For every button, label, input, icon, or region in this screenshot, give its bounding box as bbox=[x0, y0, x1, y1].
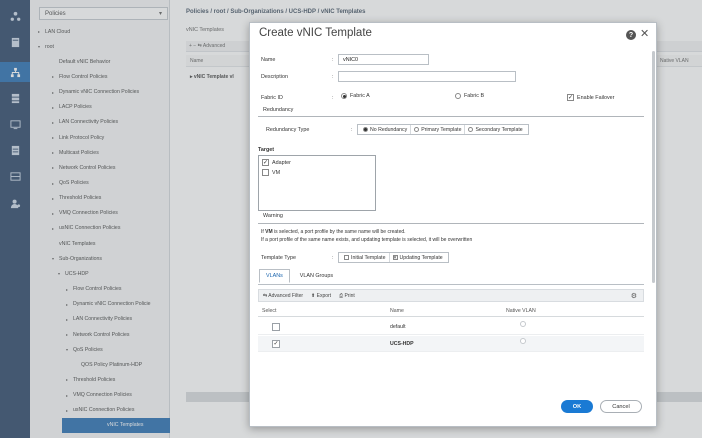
checkmark-icon: ✕ bbox=[392, 254, 398, 260]
template-type-option-label: Initial Template bbox=[351, 254, 386, 261]
redundancy-option-secondary[interactable]: Secondary Template bbox=[465, 125, 525, 134]
gear-icon[interactable]: ⚙ bbox=[631, 292, 637, 300]
fabric-b-radio[interactable]: Fabric B bbox=[455, 93, 484, 99]
description-colon: : bbox=[332, 74, 334, 80]
redundancy-option-label: Primary Template bbox=[421, 126, 462, 133]
close-icon[interactable]: ✕ bbox=[640, 27, 649, 40]
redundancy-section-title: Redundancy bbox=[263, 107, 294, 113]
name-input[interactable] bbox=[338, 54, 429, 65]
target-adapter-label: Adapter bbox=[272, 159, 291, 166]
tab-vlan-groups[interactable]: VLAN Groups bbox=[293, 269, 340, 283]
checkbox-empty-icon bbox=[262, 169, 269, 176]
radio-selected-icon bbox=[363, 127, 368, 132]
target-list: ✓ Adapter VM bbox=[258, 155, 376, 211]
vlan-name: default bbox=[390, 323, 406, 330]
warning-line-1-post: is selected, a port profile by the same … bbox=[272, 229, 406, 235]
vlan-grid-header: Select Name Native VLAN bbox=[258, 306, 644, 317]
template-type-initial[interactable]: Initial Template bbox=[341, 253, 390, 262]
vlan-tabs: VLANs VLAN Groups bbox=[259, 269, 340, 283]
vlan-row-ucs-hdp[interactable]: ✓ UCS-HDP bbox=[258, 336, 644, 352]
create-vnic-template-dialog: Create vNIC Template ? ✕ Name : Descript… bbox=[249, 22, 657, 427]
description-label: Description bbox=[261, 74, 288, 80]
template-type-selector: Initial Template ✕ Updating Template bbox=[338, 252, 449, 263]
template-type-label: Template Type bbox=[261, 255, 296, 261]
vlan-row-default[interactable]: default bbox=[258, 319, 644, 335]
column-native-vlan: Native VLAN bbox=[506, 308, 536, 314]
print-button[interactable]: ⎙ Print bbox=[339, 293, 355, 299]
name-label: Name bbox=[261, 57, 276, 63]
radio-unselected-icon bbox=[468, 127, 474, 132]
vlan-select-checkbox[interactable] bbox=[272, 322, 280, 331]
column-name: Name bbox=[390, 308, 404, 314]
tab-vlans[interactable]: VLANs bbox=[259, 269, 290, 283]
redundancy-type-label: Redundancy Type bbox=[266, 127, 310, 133]
checkmark-icon: ✓ bbox=[262, 159, 269, 166]
help-icon[interactable]: ? bbox=[626, 30, 636, 40]
vlan-select-checkbox[interactable]: ✓ bbox=[272, 339, 280, 348]
redundancy-option-none[interactable]: No Redundancy bbox=[360, 125, 412, 134]
redundancy-colon: : bbox=[351, 127, 353, 133]
warning-line-1-bold: VM bbox=[265, 229, 273, 235]
target-adapter-checkbox[interactable]: ✓ Adapter bbox=[262, 159, 291, 166]
dialog-scrollbar[interactable] bbox=[652, 51, 655, 283]
section-divider bbox=[258, 116, 644, 117]
target-vm-label: VM bbox=[272, 169, 281, 176]
advanced-filter-button[interactable]: ⇆ Advanced Filter bbox=[263, 293, 303, 299]
dialog-title: Create vNIC Template bbox=[259, 27, 372, 39]
vlan-grid-toolbar: ⇆ Advanced Filter ⬆ Export ⎙ Print ⚙ bbox=[258, 289, 644, 302]
section-divider bbox=[258, 223, 644, 224]
radio-unselected-icon bbox=[455, 93, 461, 99]
vlan-name: UCS-HDP bbox=[390, 340, 414, 347]
template-type-colon: : bbox=[332, 255, 334, 261]
fabric-id-label: Fabric ID bbox=[261, 95, 283, 101]
template-type-updating[interactable]: ✕ Updating Template bbox=[390, 253, 446, 262]
checkbox-empty-icon bbox=[344, 255, 349, 260]
cancel-button[interactable]: Cancel bbox=[600, 400, 642, 413]
template-type-option-label: Updating Template bbox=[399, 254, 443, 261]
fabric-a-radio[interactable]: Fabric A bbox=[341, 93, 370, 99]
enable-failover-label: Enable Failover bbox=[577, 94, 615, 101]
redundancy-option-label: Secondary Template bbox=[475, 126, 523, 133]
warning-line-2: If a port profile of the same name exist… bbox=[261, 237, 473, 243]
redundancy-type-selector: No Redundancy Primary Template Secondary… bbox=[357, 124, 529, 135]
warning-title: Warning bbox=[263, 213, 283, 219]
native-vlan-radio[interactable] bbox=[520, 338, 526, 344]
column-select: Select bbox=[262, 308, 277, 314]
export-button[interactable]: ⬆ Export bbox=[311, 293, 331, 299]
redundancy-option-label: No Redundancy bbox=[370, 126, 408, 133]
description-input[interactable] bbox=[338, 71, 516, 82]
native-vlan-radio[interactable] bbox=[520, 321, 526, 327]
target-label: Target bbox=[258, 147, 275, 153]
fabric-a-label: Fabric A bbox=[350, 93, 370, 99]
fabric-b-label: Fabric B bbox=[464, 93, 485, 99]
tab-divider bbox=[258, 284, 644, 285]
redundancy-option-primary[interactable]: Primary Template bbox=[411, 125, 466, 134]
name-colon: : bbox=[332, 57, 334, 63]
target-vm-checkbox[interactable]: VM bbox=[262, 169, 280, 176]
checkmark-icon: ✓ bbox=[567, 94, 574, 101]
radio-selected-icon bbox=[341, 93, 347, 99]
fabric-colon: : bbox=[332, 95, 334, 101]
warning-line-1: If VM is selected, a port profile by the… bbox=[261, 229, 406, 235]
radio-unselected-icon bbox=[414, 127, 420, 132]
enable-failover-checkbox[interactable]: ✓ Enable Failover bbox=[567, 94, 614, 101]
ok-button[interactable]: OK bbox=[561, 400, 593, 413]
